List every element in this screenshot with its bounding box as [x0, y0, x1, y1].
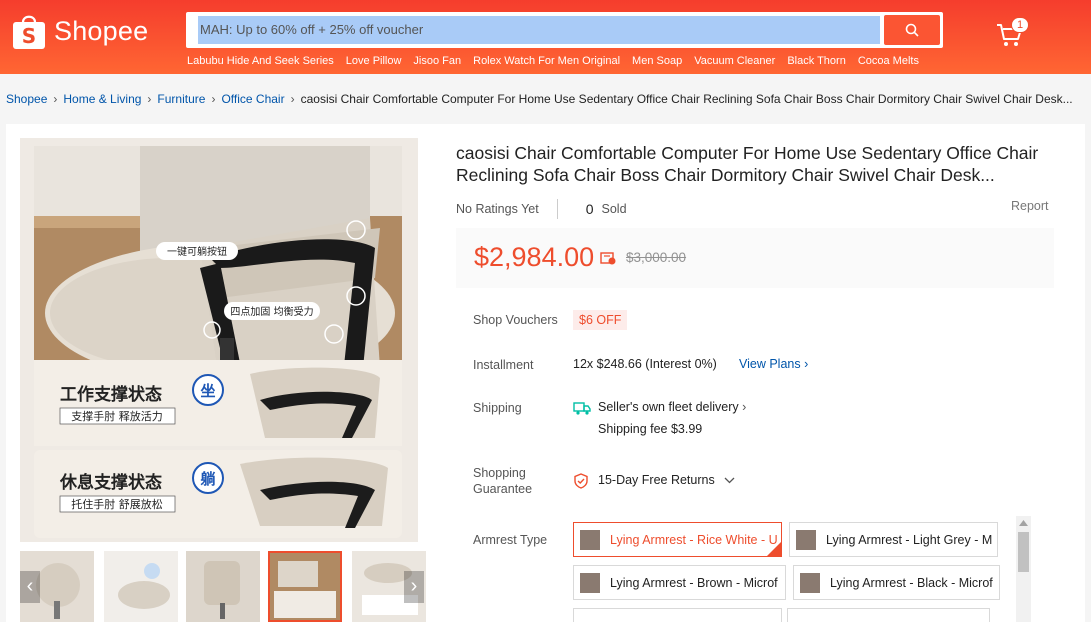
armrest-type-label: Armrest Type [473, 533, 548, 547]
product-main-image[interactable]: 一键可躺按钮 四点加固 均衡受力 工作支撑状态 支撑手肘 释放活力 坐 休息支撑… [20, 138, 418, 542]
thumbnail-strip: ‹ › [20, 551, 426, 622]
sold-count: 0 [585, 201, 594, 217]
chevron-right-icon: › [742, 400, 747, 414]
view-plans-link[interactable]: View Plans › [739, 357, 808, 371]
logo-text: Shopee [54, 15, 149, 46]
suggestion-link[interactable]: Black Thorn [787, 55, 846, 67]
image-label-button: 一键可躺按钮 [167, 245, 227, 258]
armrest-option[interactable]: Lying Armrest - Black - Microf [793, 565, 1000, 600]
option-thumbnail [580, 529, 600, 550]
search-icon [905, 23, 919, 37]
search-input[interactable] [198, 16, 880, 44]
chair-thumb-2 [104, 551, 178, 622]
chevron-down-icon [724, 477, 735, 484]
suggestion-link[interactable]: Rolex Watch For Men Original [473, 55, 620, 67]
breadcrumb: Shopee › Home & Living › Furniture › Off… [6, 92, 1086, 106]
selected-check-icon [767, 542, 781, 556]
options-scrollbar[interactable] [1016, 516, 1031, 622]
option-label: Lying Armrest - Rice White - U [610, 532, 778, 547]
guarantee-label-line2: Guarantee [473, 482, 533, 496]
shield-check-icon [574, 473, 588, 489]
thumbnail-prev-arrow[interactable]: ‹ [20, 571, 40, 603]
rest-support-subtitle: 托住手肘 舒展放松 [71, 497, 163, 511]
search-button[interactable] [884, 15, 940, 45]
top-header: S Shopee Labubu Hide And Seek Series Lov… [0, 0, 1091, 74]
shop-vouchers-label: Shop Vouchers [473, 313, 558, 327]
chair-thumb-4 [270, 553, 340, 620]
search-suggestions: Labubu Hide And Seek Series Love Pillow … [187, 55, 919, 67]
shopee-logo[interactable]: S Shopee [12, 12, 148, 50]
suggestion-link[interactable]: Cocoa Melts [858, 55, 919, 67]
armrest-option[interactable] [573, 608, 782, 622]
armrest-option-selected[interactable]: Lying Armrest - Rice White - U [573, 522, 782, 557]
sit-badge: 坐 [200, 382, 215, 400]
price-tag-icon [600, 252, 616, 265]
search-bar [186, 12, 943, 48]
rest-support-title: 休息支撑状态 [59, 472, 162, 493]
image-label-reinforce: 四点加固 均衡受力 [230, 305, 313, 318]
thumbnail-next-arrow[interactable]: › [404, 571, 424, 603]
view-plans-label: View Plans [739, 357, 801, 371]
work-support-subtitle: 支撑手肘 释放活力 [71, 409, 163, 423]
chevron-right-icon: › [211, 92, 216, 106]
product-title: caosisi Chair Comfortable Computer For H… [456, 143, 1039, 185]
shipping-label: Shipping [473, 401, 522, 415]
chair-thumb-3 [186, 551, 260, 622]
price-section: $2,984.00 $3,000.00 [456, 228, 1054, 288]
shopping-bag-icon: S [13, 15, 45, 49]
breadcrumb-link-shopee[interactable]: Shopee [6, 92, 47, 106]
chevron-right-icon: › [53, 92, 58, 106]
option-thumbnail [580, 572, 600, 593]
suggestion-link[interactable]: Vacuum Cleaner [694, 55, 775, 67]
sold-label: Sold [601, 202, 627, 216]
chevron-right-icon: › [290, 92, 295, 106]
suggestion-link[interactable]: Men Soap [632, 55, 682, 67]
installment-label: Installment [473, 358, 534, 372]
scrollbar-thumb[interactable] [1018, 532, 1029, 572]
product-meta: No Ratings Yet 0 Sold [456, 199, 627, 219]
option-label: Lying Armrest - Light Grey - M [826, 532, 993, 547]
truck-icon [573, 402, 591, 415]
shipping-method[interactable]: Seller's own fleet delivery › [598, 400, 746, 414]
breadcrumb-link-furniture[interactable]: Furniture [157, 92, 205, 106]
guarantee-dropdown[interactable]: 15-Day Free Returns [598, 473, 735, 487]
option-label: Lying Armrest - Brown - Microf [610, 575, 778, 590]
breadcrumb-current: caosisi Chair Comfortable Computer For H… [300, 92, 1073, 106]
voucher-badge[interactable]: $6 OFF [573, 310, 628, 330]
armrest-option[interactable]: Lying Armrest - Light Grey - M [789, 522, 998, 557]
shipping-method-text: Seller's own fleet delivery [598, 400, 739, 414]
ratings-text: No Ratings Yet [456, 202, 539, 216]
thumbnail[interactable] [186, 551, 260, 622]
shipping-fee: Shipping fee $3.99 [598, 422, 703, 436]
work-support-title: 工作支撑状态 [60, 384, 162, 405]
breadcrumb-link-office-chair[interactable]: Office Chair [221, 92, 284, 106]
current-price: $2,984.00 [474, 242, 595, 272]
armrest-option[interactable] [787, 608, 990, 622]
cart-count-badge: 1 [1011, 17, 1029, 33]
shopping-guarantee-label: Shopping Guarantee [473, 465, 532, 497]
svg-text:S: S [22, 24, 36, 48]
divider [556, 199, 558, 219]
option-label: Lying Armrest - Black - Microf [830, 575, 993, 590]
installment-value: 12x $248.66 (Interest 0%) [573, 357, 717, 371]
breadcrumb-link-home-living[interactable]: Home & Living [63, 92, 141, 106]
lie-badge: 躺 [200, 470, 215, 488]
option-thumbnail [800, 572, 820, 593]
original-price: $3,000.00 [626, 250, 687, 265]
chair-photo: 一键可躺按钮 四点加固 均衡受力 工作支撑状态 支撑手肘 释放活力 坐 休息支撑… [34, 146, 402, 538]
guarantee-label-line1: Shopping [473, 466, 526, 480]
option-thumbnail [796, 529, 816, 550]
report-link[interactable]: Report [1011, 199, 1049, 213]
armrest-option[interactable]: Lying Armrest - Brown - Microf [573, 565, 786, 600]
thumbnail-selected[interactable] [268, 551, 342, 622]
suggestion-link[interactable]: Love Pillow [346, 55, 402, 67]
chevron-right-icon: › [147, 92, 152, 106]
thumbnail[interactable] [104, 551, 178, 622]
suggestion-link[interactable]: Labubu Hide And Seek Series [187, 55, 334, 67]
cart-button[interactable]: 1 [996, 17, 1029, 50]
suggestion-link[interactable]: Jisoo Fan [413, 55, 461, 67]
chevron-right-icon: › [804, 357, 809, 371]
scroll-up-icon [1019, 520, 1028, 526]
guarantee-value: 15-Day Free Returns [598, 473, 715, 487]
